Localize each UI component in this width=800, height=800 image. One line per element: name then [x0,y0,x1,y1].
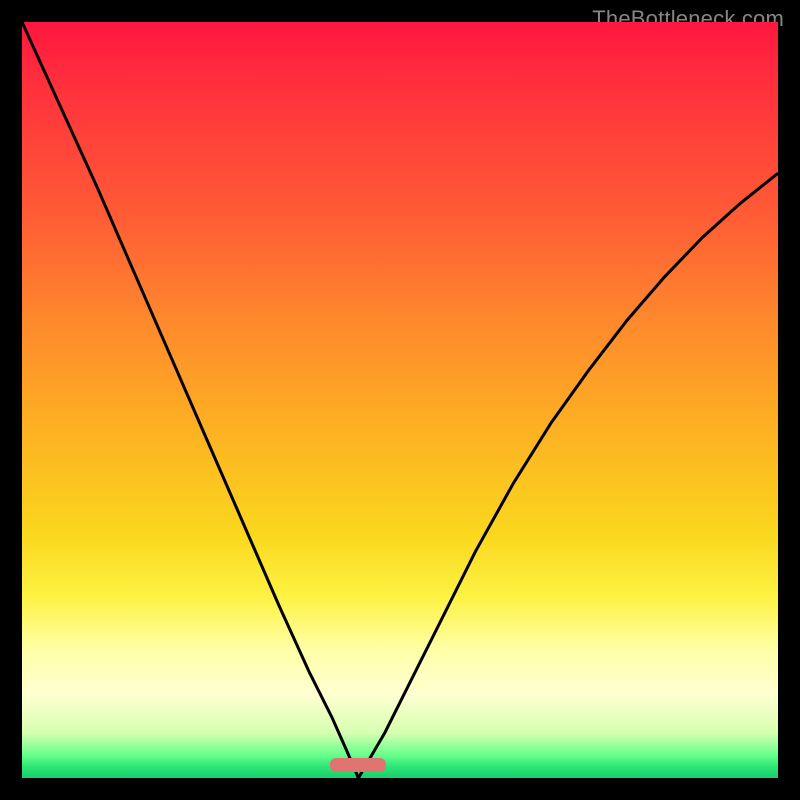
curve-left-branch [22,22,358,778]
bottleneck-curve [22,22,778,778]
chart-frame [22,22,778,778]
minimum-marker [330,758,386,772]
curve-right-branch [358,173,778,778]
